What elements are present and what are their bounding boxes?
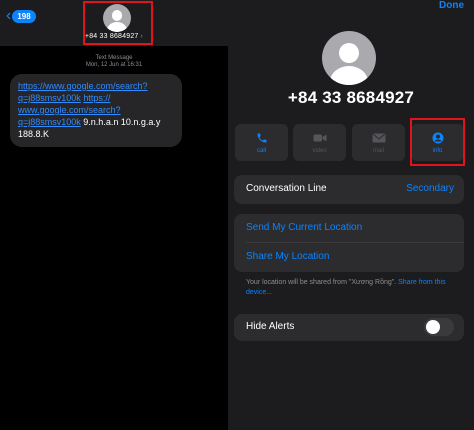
conversation-panel: ‹ 198 +84 33 8684927 › Text Message Mon, … bbox=[0, 0, 228, 430]
conversation-line-label: Conversation Line bbox=[246, 183, 327, 194]
phone-icon bbox=[235, 130, 288, 146]
highlight-box bbox=[83, 1, 153, 45]
back-button[interactable]: ‹ 198 bbox=[6, 8, 36, 24]
message-link[interactable]: q=j88smsv100k bbox=[18, 93, 81, 103]
mail-label: mail bbox=[372, 148, 384, 154]
send-location-button[interactable]: Send My Current Location bbox=[246, 222, 362, 233]
send-location-row[interactable]: Send My Current Location bbox=[234, 214, 464, 243]
contact-number-title: +84 33 8684927 bbox=[287, 88, 415, 107]
toggle-knob bbox=[426, 320, 440, 334]
conversation-header: ‹ 198 +84 33 8684927 › bbox=[0, 0, 228, 46]
location-note: Your location will be shared from "Xương… bbox=[246, 278, 458, 298]
hide-alerts-label: Hide Alerts bbox=[246, 321, 295, 332]
message-text: 188.8.K bbox=[18, 129, 50, 139]
message-timestamp: Mon, 12 Jun at 16:31 bbox=[85, 62, 143, 68]
location-note-text: Your location will be shared from "Xương… bbox=[246, 279, 397, 286]
highlight-box bbox=[410, 118, 465, 166]
message-link[interactable]: q=j88smsv100k bbox=[18, 117, 81, 127]
call-label: call bbox=[256, 148, 266, 154]
conversation-line-row[interactable]: Conversation Line Secondary bbox=[234, 175, 464, 204]
share-location-row[interactable]: Share My Location bbox=[234, 243, 464, 272]
message-text: 9.n.h.a.n 10.n.g.a.y bbox=[80, 117, 161, 127]
mail-button[interactable]: mail bbox=[352, 124, 405, 161]
call-button[interactable]: call bbox=[235, 124, 288, 161]
hide-alerts-toggle[interactable] bbox=[424, 318, 454, 336]
message-type-label: Text Message bbox=[95, 55, 133, 61]
chevron-left-icon: ‹ bbox=[6, 7, 12, 24]
message-bubble[interactable]: https://www.google.com/search? q=j88smsv… bbox=[10, 74, 182, 147]
message-link[interactable]: https://www.google.com/search? bbox=[18, 81, 148, 91]
video-label: video bbox=[312, 148, 327, 154]
unread-count-badge: 198 bbox=[12, 9, 36, 23]
share-location-button[interactable]: Share My Location bbox=[246, 251, 329, 262]
mail-icon bbox=[352, 130, 405, 146]
conversation-line-value[interactable]: Secondary bbox=[406, 183, 454, 194]
done-button[interactable]: Done bbox=[439, 0, 464, 11]
message-link[interactable]: https:// bbox=[83, 93, 110, 103]
avatar-body-shape bbox=[329, 65, 369, 85]
video-button[interactable]: video bbox=[293, 124, 346, 161]
contact-avatar-large bbox=[322, 31, 376, 85]
message-link[interactable]: www.google.com/search? bbox=[18, 105, 121, 115]
hide-alerts-row: Hide Alerts bbox=[234, 314, 464, 341]
video-icon bbox=[293, 130, 346, 146]
contact-details-panel: Done +84 33 8684927 call video mail info… bbox=[228, 0, 474, 430]
location-group: Send My Current Location Share My Locati… bbox=[234, 214, 464, 272]
avatar-head-shape bbox=[338, 42, 360, 64]
